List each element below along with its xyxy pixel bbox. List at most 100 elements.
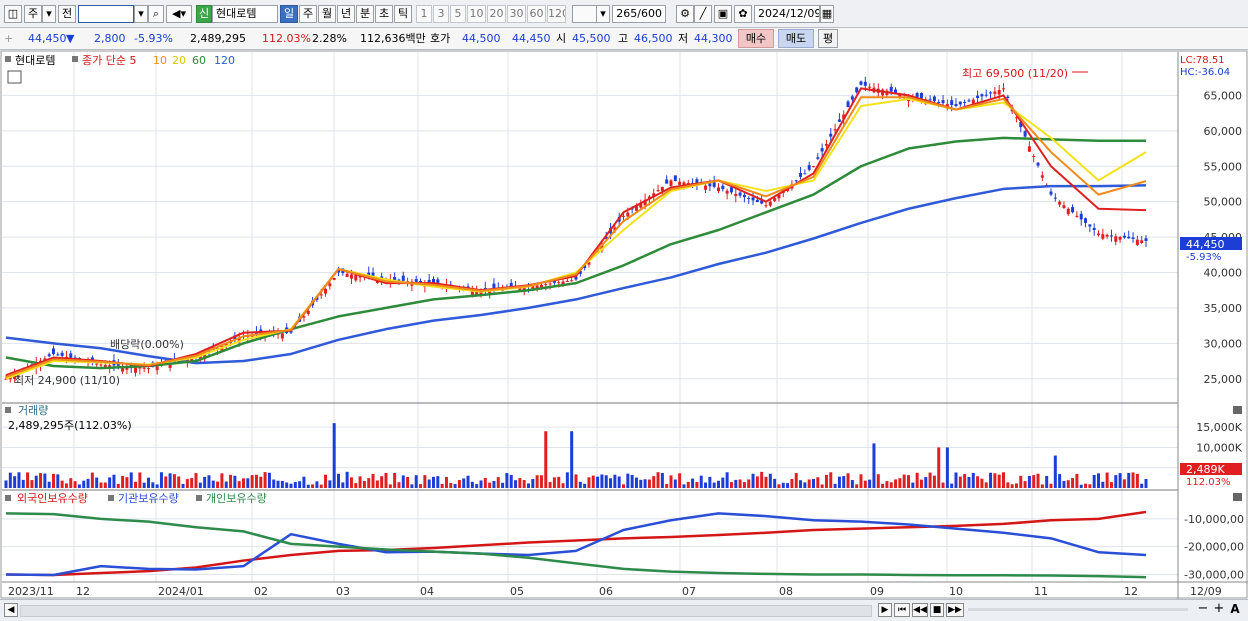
candle-body [69,353,73,358]
save-icon[interactable]: ▣ [714,5,732,23]
candle-body [812,166,815,168]
period-tab-2[interactable]: 월 [318,5,336,23]
line-tool-icon[interactable]: ╱ [694,5,712,23]
date-axis-label: 03 [336,585,350,598]
volume-bar [695,481,699,488]
code-dropdown-icon[interactable]: ▾ [134,5,148,23]
volume-bar [475,484,479,488]
volume-bar [1101,481,1105,488]
stock-name-field[interactable]: 현대로템 [212,5,278,23]
market-select[interactable]: 주 [24,5,42,23]
candle-body [764,205,768,207]
auto-scale-icon[interactable]: A [1228,603,1242,617]
volume-bar [997,474,1001,488]
low-label: 저 [678,32,689,45]
volume-bar [1105,472,1109,488]
candle-body [820,148,824,152]
interval-tab-20[interactable]: 20 [487,5,506,23]
volume-bar [704,482,708,488]
gear-icon[interactable]: ✿ [734,5,752,23]
interval-tab-120[interactable]: 120 [547,5,566,23]
indiv-legend-icon [196,495,202,501]
interval-tab-5[interactable]: 5 [450,5,466,23]
date-field[interactable]: 2024/12/09 [754,5,820,23]
stop-icon[interactable]: ■ [930,603,944,617]
volume-bar [643,479,647,488]
eval-button[interactable]: 평 [818,29,838,48]
volume-bar [855,484,859,488]
next-page-icon[interactable]: ▶▶ [946,603,964,617]
candle-body [919,92,923,99]
volume-bar [1109,482,1113,488]
volume-bar [954,472,958,488]
scroll-left-icon[interactable]: ◀ [4,603,18,617]
volume-bar [656,472,660,488]
window-menu-icon[interactable]: ◫ [4,5,22,23]
calendar-icon[interactable]: ▦ [820,5,834,23]
candle-body [332,277,336,280]
volume-bar [535,475,539,488]
code-input[interactable]: 064350 [78,5,134,23]
period-tab-5[interactable]: 초 [375,5,393,23]
interval-dropdown-icon[interactable]: ▾ [596,5,610,23]
volume-bar [1097,473,1100,488]
candle-body [704,185,708,190]
volume-bar [514,480,518,488]
volume-bar [444,476,448,488]
volume-bar [77,484,81,488]
volume-bar [272,479,276,488]
holdings-close-icon[interactable] [1233,493,1242,501]
period-tab-1[interactable]: 주 [299,5,317,23]
volume-bar [362,481,366,488]
candle-body [142,367,146,369]
period-tab-4[interactable]: 분 [356,5,374,23]
volume-bar [496,477,500,488]
candle-body [989,92,993,94]
interval-tab-3[interactable]: 3 [433,5,449,23]
volume-close-icon[interactable] [1233,406,1242,414]
volume-bar [665,484,669,488]
first-page-icon[interactable]: ⏮ [894,603,910,617]
volume-bar [388,484,392,488]
interval-tab-1[interactable]: 1 [416,5,432,23]
sell-button[interactable]: 매도 [778,29,814,48]
volume-bar [306,484,310,488]
candle-body [1002,88,1005,90]
count-field[interactable]: 265/600 [612,5,666,23]
zoom-in-icon[interactable]: + [1212,602,1226,617]
inst-legend-icon [108,495,114,501]
interval-tab-60[interactable]: 60 [527,5,546,23]
volume-bar [1053,455,1057,488]
table-toggle-icon[interactable] [7,70,22,84]
expand-icon[interactable]: + [4,31,14,47]
period-tab-0[interactable]: 일 [280,5,298,23]
last-price-label: 44,450 [1186,238,1225,251]
price-axis-label: 55,000 [1204,160,1243,173]
period-tab-6[interactable]: 틱 [394,5,412,23]
speaker-icon[interactable]: ◀▾ [166,5,192,23]
foreign-holdings-legend: 외국인보유수량 [17,492,88,505]
scrollbar-track[interactable] [20,605,872,617]
candle-body [1075,215,1079,217]
interval-tab-30[interactable]: 30 [507,5,526,23]
candle-body [751,197,755,201]
stock-chart[interactable]: 현대로템 종가 단순 5 10 20 60 120 LC:78.51 HC:-3… [0,50,1248,599]
scroll-right-icon[interactable]: ▶ [878,603,892,617]
search-icon[interactable]: ⌕ [148,5,164,23]
volume-bar [332,423,336,488]
prev-page-icon[interactable]: ◀◀ [912,603,928,617]
volume-bar [401,475,405,488]
volume-bar [881,483,885,488]
zoom-track[interactable] [968,608,1188,611]
volume-bar [630,474,634,488]
interval-tab-10[interactable]: 10 [467,5,486,23]
market-dropdown-icon[interactable]: ▾ [42,5,56,23]
prev-button[interactable]: 전 [58,5,76,23]
candle-body [1144,238,1148,241]
volume-bar [190,478,194,488]
zoom-out-icon[interactable]: − [1196,602,1210,617]
buy-button[interactable]: 매수 [738,29,774,48]
indicator-icon[interactable]: ⚙ [676,5,694,23]
period-tab-3[interactable]: 년 [337,5,355,23]
volume-bar [1140,483,1144,488]
